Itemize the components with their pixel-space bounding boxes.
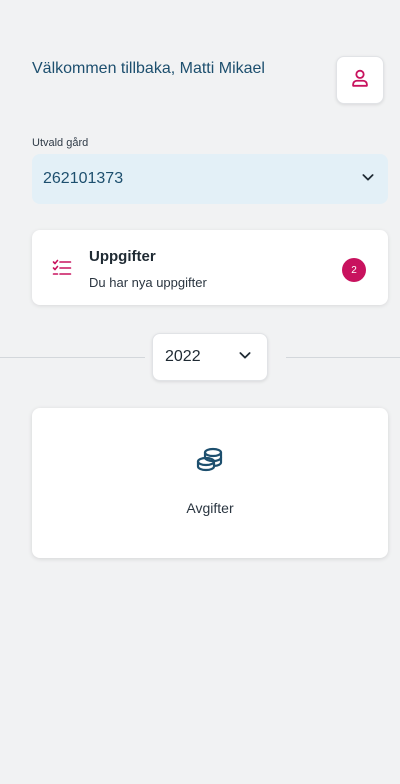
checklist-icon (52, 259, 72, 282)
chevron-down-icon (237, 347, 253, 368)
year-select-value: 2022 (165, 348, 201, 365)
fees-card[interactable]: Avgifter (32, 408, 388, 558)
divider-right (286, 357, 400, 358)
divider-left (0, 357, 145, 358)
farm-select-label: Utvald gård (32, 137, 89, 149)
home-screen: Välkommen tillbaka, Matti Mikael Utvald … (0, 0, 400, 784)
year-select[interactable]: 2022 (152, 333, 268, 381)
user-icon (349, 67, 371, 94)
tasks-title: Uppgifter (89, 248, 156, 265)
tasks-count-badge: 2 (342, 258, 366, 282)
welcome-message: Välkommen tillbaka, Matti Mikael (32, 60, 265, 77)
tasks-card[interactable]: Uppgifter Du har nya uppgifter 2 (32, 230, 388, 305)
chevron-down-icon (360, 169, 376, 190)
farm-select-value: 262101373 (43, 170, 124, 187)
fees-label: Avgifter (186, 500, 234, 516)
coins-icon (195, 446, 225, 481)
profile-button[interactable] (336, 56, 384, 104)
farm-select[interactable]: 262101373 (32, 154, 388, 204)
tasks-subtitle: Du har nya uppgifter (89, 275, 207, 290)
